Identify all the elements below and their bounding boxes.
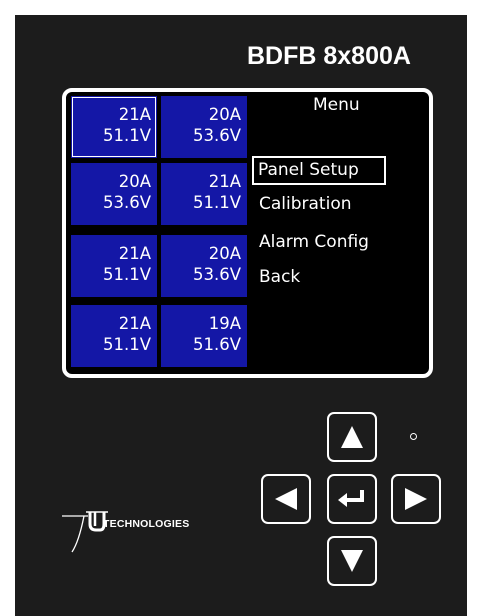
- status-led-icon: [410, 433, 417, 440]
- model-title: BDFB 8x800A: [247, 42, 411, 70]
- tile-voltage: 53.6V: [102, 193, 151, 212]
- channel-tile-2[interactable]: 20A 53.6V: [161, 96, 247, 158]
- menu-item-panel-setup[interactable]: Panel Setup: [252, 156, 386, 185]
- tile-current: 20A: [208, 244, 241, 263]
- right-arrow-icon: [405, 488, 427, 510]
- channel-tile-1[interactable]: 21A 51.1V: [71, 96, 157, 158]
- channel-tile-8[interactable]: 19A 51.6V: [161, 305, 247, 367]
- enter-key[interactable]: [327, 474, 377, 524]
- tile-current: 21A: [208, 172, 241, 191]
- tile-voltage: 51.1V: [102, 265, 151, 284]
- tile-current: 21A: [118, 244, 151, 263]
- tile-current: 21A: [118, 314, 151, 333]
- channel-tile-7[interactable]: 21A 51.1V: [71, 305, 157, 367]
- tile-voltage: 53.6V: [192, 265, 241, 284]
- tile-voltage: 51.1V: [192, 193, 241, 212]
- tile-current: 19A: [208, 314, 241, 333]
- down-arrow-icon: [341, 550, 363, 572]
- tile-current: 21A: [118, 105, 151, 124]
- down-key[interactable]: [327, 536, 377, 586]
- company-logo-icon: [62, 511, 108, 553]
- right-key[interactable]: [391, 474, 441, 524]
- tile-voltage: 51.1V: [102, 126, 151, 145]
- tile-voltage: 51.1V: [102, 335, 151, 354]
- enter-icon: [338, 490, 364, 507]
- left-arrow-icon: [275, 488, 297, 510]
- menu-item-alarm-config[interactable]: Alarm Config: [259, 232, 369, 252]
- channel-tile-6[interactable]: 20A 53.6V: [161, 235, 247, 297]
- up-arrow-icon: [341, 426, 363, 448]
- channel-tile-5[interactable]: 21A 51.1V: [71, 235, 157, 297]
- tile-current: 20A: [208, 105, 241, 124]
- menu-title: Menu: [313, 95, 360, 115]
- menu-item-calibration[interactable]: Calibration: [259, 194, 352, 214]
- tile-voltage: 51.6V: [192, 335, 241, 354]
- tile-voltage: 53.6V: [192, 126, 241, 145]
- tile-current: 20A: [118, 172, 151, 191]
- up-key[interactable]: [327, 412, 377, 462]
- channel-tile-3[interactable]: 20A 53.6V: [71, 163, 157, 225]
- logo-wordmark: TECHNOLOGIES: [103, 518, 190, 530]
- menu-item-back[interactable]: Back: [259, 267, 300, 287]
- channel-tile-4[interactable]: 21A 51.1V: [161, 163, 247, 225]
- left-key[interactable]: [261, 474, 311, 524]
